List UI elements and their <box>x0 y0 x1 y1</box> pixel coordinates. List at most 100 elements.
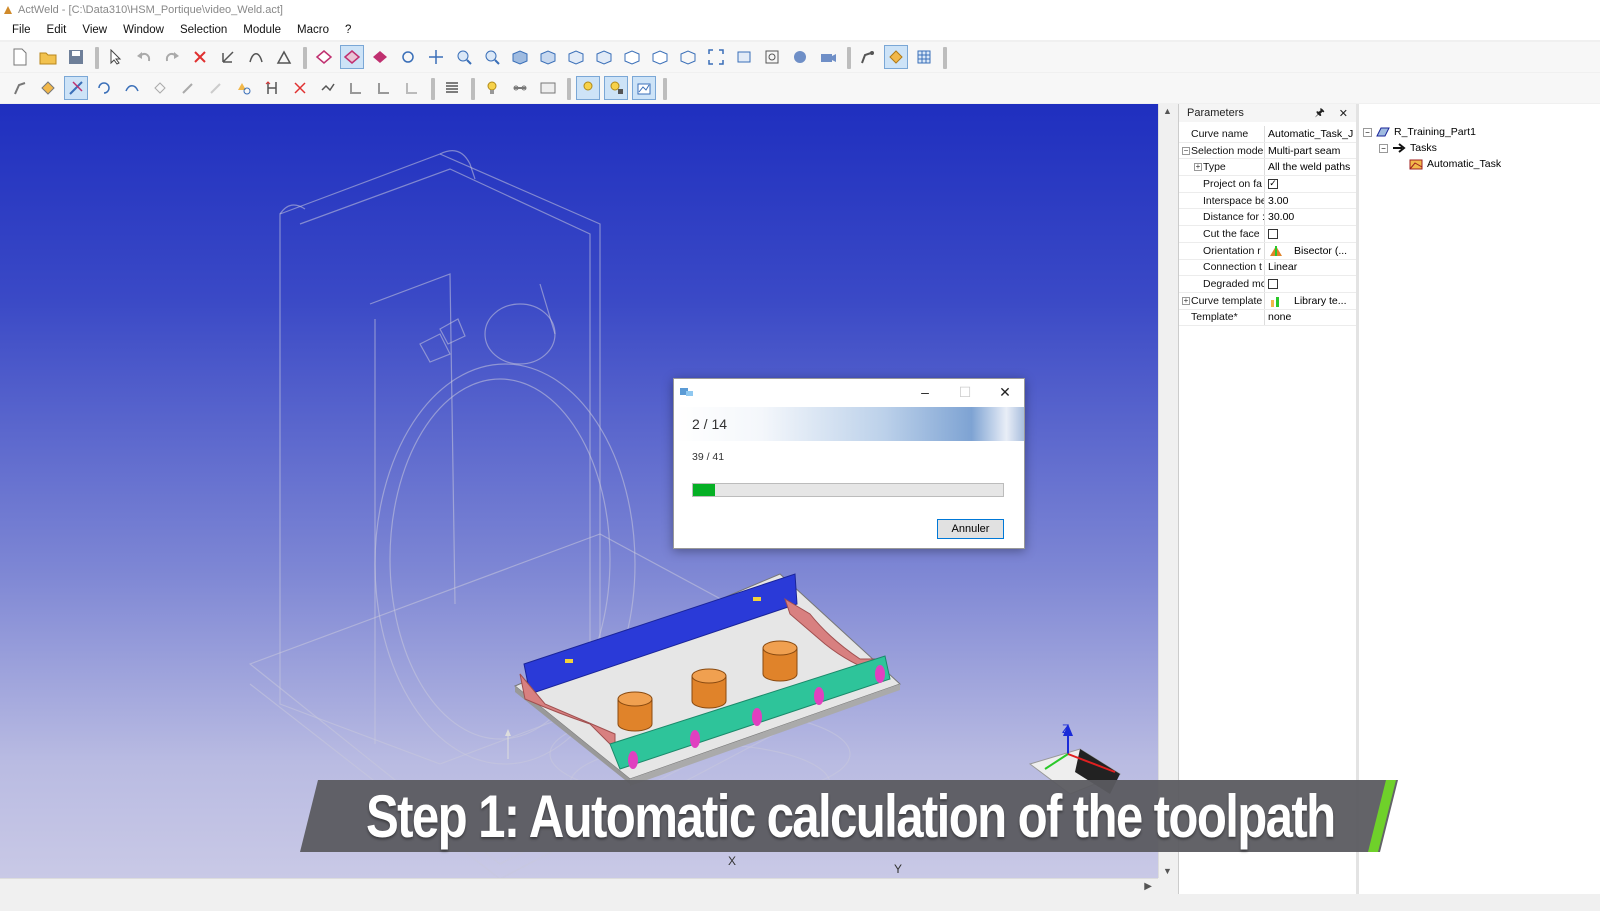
param-label: Project on fa <box>1179 176 1265 192</box>
bracket-icon-3[interactable] <box>400 76 424 100</box>
menu-help[interactable]: ? <box>337 24 359 36</box>
pen-icon[interactable] <box>176 76 200 100</box>
view-top-icon[interactable] <box>620 45 644 69</box>
save-icon[interactable] <box>64 45 88 69</box>
collapse-icon[interactable]: − <box>1379 143 1388 153</box>
view-back-icon[interactable] <box>536 45 560 69</box>
degraded-mode-checkbox[interactable] <box>1268 279 1278 290</box>
menu-view[interactable]: View <box>74 24 115 36</box>
view-right-icon[interactable] <box>592 45 616 69</box>
param-label: Selection mode <box>1179 142 1265 159</box>
list-icon[interactable] <box>440 76 464 100</box>
bracket-icon-1[interactable] <box>344 76 368 100</box>
select-arrow-icon[interactable] <box>104 45 128 69</box>
frame-axes-icon[interactable] <box>216 45 240 69</box>
shaded-mode-icon[interactable] <box>312 45 336 69</box>
tree-node-tasks[interactable]: − Tasks <box>1379 142 1437 154</box>
param-row-curve-name[interactable]: Curve name Automatic_Task_J <box>1179 126 1356 143</box>
param-row-orientation[interactable]: Orientation r Bisector (... <box>1179 242 1356 260</box>
pin-icon[interactable]: 🖈 <box>1315 104 1325 123</box>
parameters-title: Parameters <box>1187 107 1244 119</box>
collapse-icon[interactable]: − <box>1182 146 1190 155</box>
weld-mode-icon[interactable] <box>884 45 908 69</box>
open-folder-icon[interactable] <box>36 45 60 69</box>
viewport-vertical-scrollbar[interactable]: ▲ ▼ <box>1158 104 1174 878</box>
lightbulb-icon[interactable] <box>480 76 504 100</box>
curve-tool-icon[interactable] <box>244 45 268 69</box>
robot-config-icon[interactable] <box>8 76 32 100</box>
align-vertical-icon[interactable] <box>260 76 284 100</box>
pen-disabled-icon[interactable] <box>204 76 228 100</box>
toolbar-separator <box>565 76 571 100</box>
menu-edit[interactable]: Edit <box>39 24 75 36</box>
bulb-settings-icon[interactable] <box>576 76 600 100</box>
weld-point-icon[interactable] <box>188 45 212 69</box>
pan-icon[interactable] <box>424 45 448 69</box>
param-row-project-on-face[interactable]: Project on fa ✓ <box>1179 176 1356 193</box>
param-row-interspace[interactable]: Interspace be 3.00 <box>1179 192 1356 210</box>
viewport-horizontal-scrollbar[interactable]: ▶ <box>0 878 1158 894</box>
zoom-in-icon[interactable] <box>452 45 476 69</box>
bracket-icon-2[interactable] <box>372 76 396 100</box>
expand-icon[interactable]: + <box>1194 163 1202 172</box>
wireframe-mode-icon[interactable] <box>340 45 364 69</box>
grid-icon[interactable] <box>912 45 936 69</box>
redo-icon[interactable] <box>160 45 184 69</box>
collision-icon[interactable] <box>316 76 340 100</box>
link-icon[interactable] <box>508 76 532 100</box>
param-row-curve-template[interactable]: + Curve template Library te... <box>1179 292 1356 310</box>
param-label: Interspace be <box>1179 192 1265 209</box>
rotate-view-icon[interactable] <box>396 45 420 69</box>
view-bottom-icon[interactable] <box>648 45 672 69</box>
simulation-icon[interactable] <box>788 45 812 69</box>
zoom-out-icon[interactable] <box>480 45 504 69</box>
shapes-icon[interactable] <box>232 76 256 100</box>
undo-icon[interactable] <box>132 45 156 69</box>
auto-icon[interactable] <box>536 76 560 100</box>
seam-select-icon[interactable] <box>36 76 60 100</box>
arc-tool-icon[interactable] <box>120 76 144 100</box>
project-on-face-checkbox[interactable]: ✓ <box>1268 178 1278 189</box>
param-row-template[interactable]: Template* none <box>1179 309 1356 327</box>
view-left-icon[interactable] <box>564 45 588 69</box>
bulb-check-icon[interactable] <box>604 76 628 100</box>
angle-tool-icon[interactable] <box>272 45 296 69</box>
tree-node-root[interactable]: − R_Training_Part1 <box>1363 126 1476 138</box>
chart-view-icon[interactable] <box>632 76 656 100</box>
zoom-box-icon[interactable] <box>732 45 756 69</box>
refresh-icon[interactable] <box>92 76 116 100</box>
param-row-distance[interactable]: Distance for : 30.00 <box>1179 209 1356 227</box>
menu-file[interactable]: File <box>4 24 39 36</box>
param-row-selection-mode[interactable]: − Selection mode Multi-part seam <box>1179 142 1356 160</box>
param-value: Automatic_Task_J <box>1268 127 1354 140</box>
cut-face-checkbox[interactable] <box>1268 228 1278 239</box>
menu-selection[interactable]: Selection <box>172 24 235 36</box>
fit-all-icon[interactable] <box>704 45 728 69</box>
dialog-banner: 2 / 14 <box>674 407 1024 441</box>
collapse-icon[interactable]: − <box>1363 127 1372 137</box>
approach-icon[interactable] <box>148 76 172 100</box>
param-row-cut-face[interactable]: Cut the face <box>1179 226 1356 243</box>
expand-icon[interactable]: + <box>1182 296 1190 305</box>
menu-module[interactable]: Module <box>235 24 289 36</box>
orientation-icon[interactable] <box>288 76 312 100</box>
robot-icon[interactable] <box>856 45 880 69</box>
tree-node-automatic-task[interactable]: Automatic_Task <box>1409 158 1501 170</box>
menu-macro[interactable]: Macro <box>289 24 337 36</box>
param-row-degraded-mode[interactable]: Degraded mc <box>1179 276 1356 293</box>
close-dialog-icon[interactable]: ✕ <box>990 383 1020 401</box>
zoom-window-icon[interactable] <box>760 45 784 69</box>
minimize-icon[interactable]: – <box>910 383 940 401</box>
menu-window[interactable]: Window <box>115 24 172 36</box>
param-row-connection[interactable]: Connection t Linear <box>1179 259 1356 277</box>
multi-seam-icon[interactable] <box>64 76 88 100</box>
new-file-icon[interactable] <box>8 45 32 69</box>
param-value: 30.00 <box>1268 211 1295 224</box>
camera-icon[interactable] <box>816 45 840 69</box>
close-icon[interactable]: ✕ <box>1339 107 1348 120</box>
view-iso-icon[interactable] <box>676 45 700 69</box>
cancel-button[interactable]: Annuler <box>937 519 1004 539</box>
param-row-type[interactable]: + Type All the weld paths <box>1179 159 1356 177</box>
solid-mode-icon[interactable] <box>368 45 392 69</box>
view-front-icon[interactable] <box>508 45 532 69</box>
